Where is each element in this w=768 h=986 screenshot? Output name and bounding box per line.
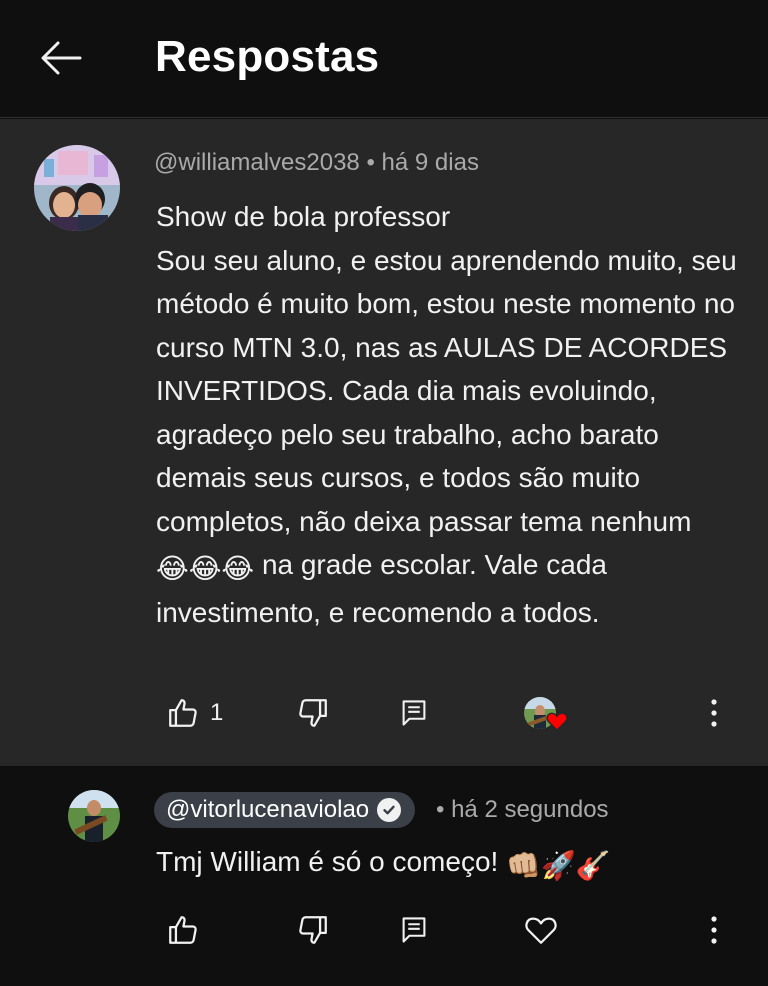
arrow-left-icon: [41, 41, 82, 75]
reply-button[interactable]: [400, 685, 428, 741]
creator-heart-icon: [546, 712, 568, 731]
reply-avatar[interactable]: [68, 790, 120, 842]
reply-dislike-button[interactable]: [296, 902, 330, 958]
reply-meta: • há 2 segundos: [436, 796, 609, 824]
more-vert-icon: [711, 916, 717, 944]
thumbs-down-icon: [299, 699, 327, 727]
creator-heart: [524, 685, 570, 741]
reply-icon: [402, 917, 426, 943]
reply-emoji: 👊🏼🚀🎸: [506, 850, 611, 881]
laughing-emoji: 😂😂😂: [156, 553, 255, 584]
top-app-bar: Respostas: [0, 0, 768, 118]
comment-body-before: Sou seu aluno, e estou aprendendo muito,…: [156, 244, 737, 537]
reply-text-content: Tmj William é só o começo!: [156, 846, 499, 877]
comment-actions: 1: [0, 685, 768, 741]
dislike-button[interactable]: [296, 685, 330, 741]
reply-actions: [0, 902, 768, 958]
reply-reply-button[interactable]: [400, 902, 428, 958]
comment-body: Sou seu aluno, e estou aprendendo muito,…: [156, 239, 746, 635]
avatar[interactable]: [34, 145, 120, 231]
more-options-button[interactable]: [700, 685, 728, 741]
verified-check-icon: [377, 798, 402, 822]
main-comment: @williamalves2038 • há 9 dias Show de bo…: [0, 119, 768, 766]
meta-separator: •: [359, 149, 382, 176]
thumbs-up-icon: [169, 699, 197, 727]
comment-meta: @williamalves2038 • há 9 dias: [154, 149, 479, 177]
comment-text: Show de bola professor Sou seu aluno, e …: [156, 195, 746, 634]
heart-button[interactable]: [524, 902, 558, 958]
reply-timestamp: há 2 segundos: [451, 796, 609, 823]
page-title: Respostas: [155, 32, 380, 81]
more-vert-icon: [711, 699, 717, 727]
heart-outline-icon: [525, 917, 557, 944]
comment-first-line: Show de bola professor: [156, 201, 451, 232]
reply-more-options-button[interactable]: [700, 902, 728, 958]
thumbs-down-icon: [299, 916, 327, 944]
like-button[interactable]: 1: [166, 685, 223, 741]
creator-handle-chip[interactable]: @vitorlucenaviolao: [154, 792, 416, 828]
back-button[interactable]: [36, 36, 84, 80]
reply-author-handle: @vitorlucenaviolao: [166, 796, 370, 823]
reply-icon: [402, 700, 426, 726]
author-handle[interactable]: @williamalves2038: [154, 149, 360, 176]
thumbs-up-icon: [169, 916, 197, 944]
like-count: 1: [210, 699, 224, 726]
reply-meta-separator: •: [436, 796, 452, 823]
reply-like-button[interactable]: [166, 902, 200, 958]
reply-comment: @vitorlucenaviolao • há 2 segundos Tmj W…: [0, 766, 768, 986]
timestamp: há 9 dias: [381, 149, 479, 176]
reply-text: Tmj William é só o começo! 👊🏼🚀🎸: [156, 846, 611, 882]
